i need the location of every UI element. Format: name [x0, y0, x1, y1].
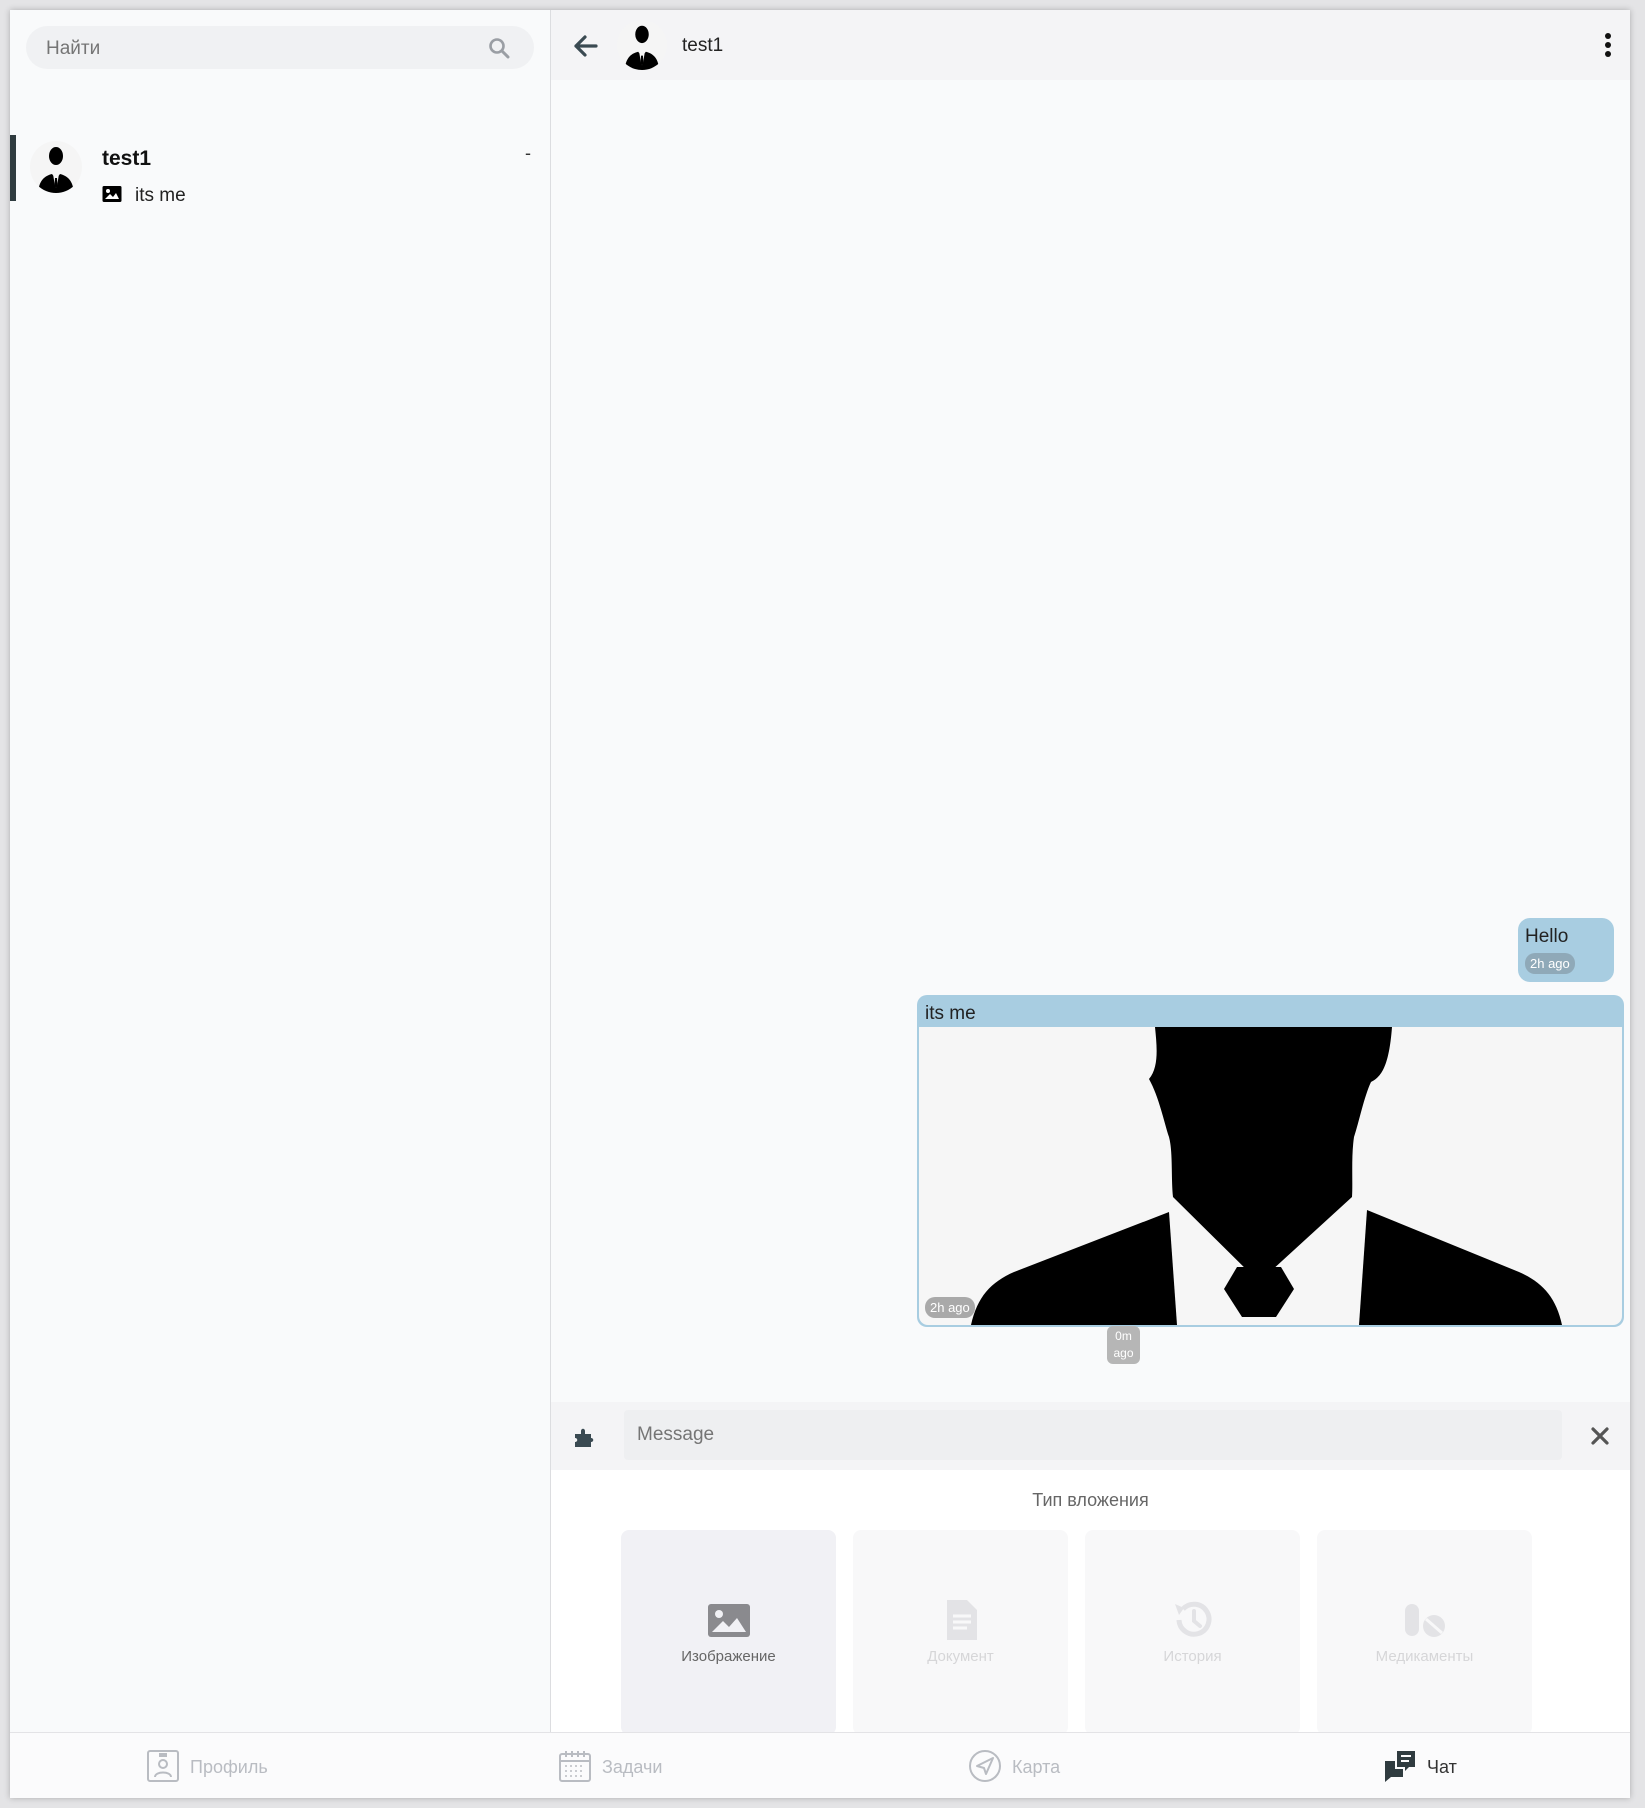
- nav-label: Карта: [1012, 1757, 1061, 1777]
- image-message-bubble[interactable]: its me 2h ago: [917, 995, 1624, 1327]
- app-window: test1 - its me test1: [10, 10, 1630, 1798]
- close-icon[interactable]: [1590, 1426, 1610, 1446]
- history-icon: [1175, 1601, 1212, 1637]
- message-composer: [551, 1402, 1630, 1470]
- avatar[interactable]: [617, 20, 667, 70]
- attachment-image-button[interactable]: Изображение: [621, 1530, 836, 1735]
- more-vertical-icon[interactable]: [1604, 32, 1612, 58]
- attachment-label: Медикаменты: [1375, 1648, 1474, 1665]
- attachment-document-button[interactable]: Документ: [853, 1530, 1068, 1735]
- attachment-label: Документ: [927, 1648, 994, 1665]
- calendar-icon: [559, 1751, 591, 1782]
- nav-label: Чат: [1427, 1757, 1457, 1777]
- conversation-list-panel: test1 - its me: [10, 10, 551, 1732]
- attachment-type-panel: Тип вложения Изображение Документ Истори…: [551, 1470, 1630, 1735]
- avatar: [30, 141, 82, 193]
- search-icon[interactable]: [488, 37, 510, 59]
- contact-name[interactable]: test1: [682, 35, 723, 57]
- image-icon: [102, 186, 122, 202]
- search-bar[interactable]: [26, 26, 534, 69]
- bottom-navigation: Профиль Задачи Карта Чат: [10, 1732, 1630, 1798]
- conversation-name: test1: [102, 147, 152, 170]
- message-input[interactable]: [624, 1410, 1562, 1460]
- attach-puzzle-icon[interactable]: [573, 1426, 597, 1448]
- attachment-panel-title: Тип вложения: [1032, 1490, 1149, 1510]
- document-icon: [947, 1600, 977, 1640]
- message-image[interactable]: 2h ago: [919, 1027, 1622, 1325]
- message-text: Hello: [1525, 926, 1569, 947]
- attachment-history-button[interactable]: История: [1085, 1530, 1300, 1735]
- search-input[interactable]: [46, 38, 466, 60]
- profile-icon: [147, 1750, 179, 1782]
- attachment-medication-button[interactable]: Медикаменты: [1317, 1530, 1532, 1735]
- message-text: its me: [925, 1003, 976, 1024]
- conversation-item[interactable]: test1 - its me: [10, 135, 551, 206]
- active-indicator: [10, 135, 16, 201]
- chat-header: test1: [551, 10, 1630, 80]
- nav-label: Задачи: [602, 1757, 663, 1777]
- nav-label: Профиль: [190, 1757, 268, 1777]
- pills-icon: [1405, 1604, 1445, 1637]
- chat-icon: [1385, 1751, 1415, 1782]
- conversation-meta: -: [525, 143, 531, 163]
- message-time: 2h ago: [1525, 953, 1575, 974]
- back-arrow-icon[interactable]: [573, 34, 599, 58]
- conversation-last-message: its me: [135, 185, 186, 206]
- navigation-icon: [969, 1750, 1001, 1782]
- attachment-label: История: [1163, 1648, 1222, 1665]
- image-icon: [708, 1604, 750, 1637]
- message-bubble[interactable]: Hello 2h ago: [1518, 918, 1614, 982]
- chat-panel: test1 Hello 2h ago its me 2h ago 0m ago …: [551, 10, 1630, 1735]
- message-time: 2h ago: [925, 1297, 975, 1318]
- attachment-label: Изображение: [681, 1648, 776, 1665]
- pending-message-time: 0m ago: [1107, 1326, 1140, 1364]
